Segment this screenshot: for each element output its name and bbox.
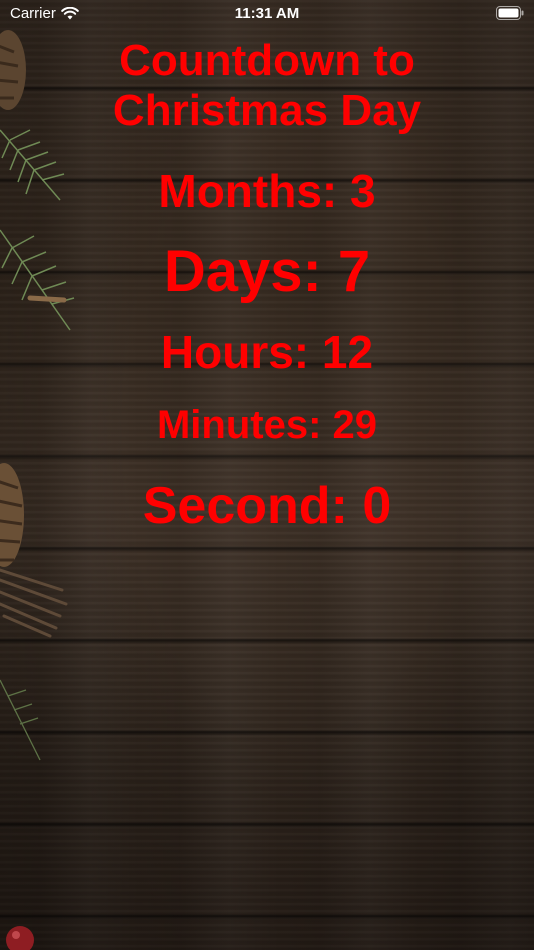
days-label: Days: 7 [163,239,371,304]
countdown-title: Countdown to Christmas Day [0,36,534,136]
clock-time: 11:31 AM [234,5,300,22]
title-line-2: Christmas Day [112,86,422,135]
countdown-panel: Countdown to Christmas Day Months: 3 Day… [0,36,534,536]
minutes-label: Minutes: 29 [156,403,378,447]
title-line-1: Countdown to [119,36,415,85]
pine-branch-icon [0,679,41,761]
months-label: Months: 3 [158,165,376,217]
hours-label: Hours: 12 [160,326,374,378]
berry-icon [6,926,34,950]
twig-bundle-icon [0,568,68,638]
status-bar: Carrier 11:31 AM [0,0,534,28]
battery-icon [496,6,524,20]
seconds-label: Second: 0 [142,477,392,535]
